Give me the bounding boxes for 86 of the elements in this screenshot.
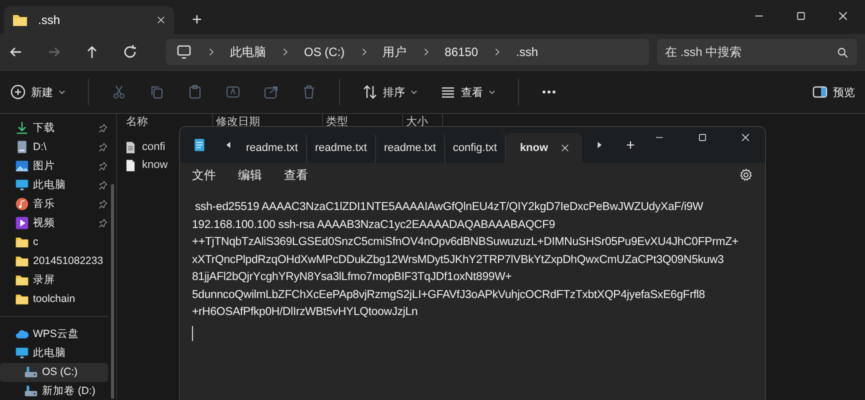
file-tab[interactable]: readme.txt (376, 133, 445, 163)
sort-button[interactable]: 排序 (362, 84, 418, 100)
folder-icon (15, 292, 29, 306)
file-tab[interactable]: readme.txt (306, 133, 376, 163)
new-tab-button[interactable]: + (188, 10, 206, 30)
settings-icon[interactable] (739, 168, 753, 182)
sidebar-item[interactable]: OS (C:) (0, 362, 108, 382)
text-line: ++TjTNqbTzAliS369LGSEd0SnzC5cmiSfnOV4nOpv6dBNBSuwuzuzL+DIMNuSHSr05Pu9EvXU4JhC0FPrmZ+ (192, 235, 740, 250)
caret-icon (410, 88, 418, 96)
close-icon[interactable] (560, 143, 570, 153)
sidebar-item[interactable]: D:\ (0, 137, 108, 156)
new-button[interactable]: 新建 (10, 84, 66, 100)
text-line: ssh-ed25519 AAAAC3NzaC1lZDI1NTE5AAAAIAwGfQlnEU4zT/QIY2kgD7IeDxcPeBwJWZUdyXaF/i9W (194, 200, 704, 215)
file-tab[interactable]: readme.txt (238, 133, 307, 163)
preview-pane-icon (812, 84, 828, 100)
folder-icon (15, 234, 29, 248)
share-icon[interactable] (263, 84, 279, 100)
sidebar-item[interactable]: WPS云盘 (0, 324, 108, 344)
drive-icon (15, 140, 29, 154)
maximize-icon[interactable] (795, 10, 807, 22)
menu-item[interactable]: 文件 (192, 166, 216, 184)
monitor-icon (15, 178, 29, 192)
monitor-icon (15, 346, 29, 360)
address-bar[interactable]: 此电脑 OS (C:) 用户 86150 .ssh (166, 39, 649, 65)
sidebar-item[interactable]: 新加卷 (D:) (0, 382, 108, 400)
text-line: +rH6OSAfPfkp0H/DlIrzWBt5vHYLQtoowJzjLn (192, 305, 419, 320)
sidebar-item[interactable]: 录屏 (0, 270, 108, 289)
clipboard-icon[interactable] (187, 84, 203, 100)
rename-icon[interactable] (225, 84, 241, 100)
folder-icon (12, 12, 28, 28)
copy-icon[interactable] (149, 84, 165, 100)
video-icon (15, 216, 29, 230)
sidebar-item[interactable]: 此电脑 (0, 175, 108, 194)
menu-item[interactable]: 编辑 (238, 166, 262, 184)
monitor-icon (176, 44, 192, 60)
music-icon (15, 196, 29, 210)
breadcrumb-item[interactable]: 此电脑 (230, 44, 266, 60)
file-name[interactable]: confi (142, 141, 166, 153)
new-tab-button[interactable]: + (618, 130, 643, 160)
scissors-icon[interactable] (111, 84, 127, 100)
sort-icon (362, 84, 378, 100)
text-line: 81jjAFl2bQjrYcghYRyN8Ysa3lLfmo7mopBIF3TqJDf1oxNt899W+ (192, 270, 513, 285)
disk-icon (24, 384, 38, 398)
folder-icon (15, 272, 29, 286)
view-button[interactable]: 查看 (440, 84, 496, 100)
preview-button[interactable]: 预览 (812, 84, 855, 100)
maximize-icon[interactable] (697, 132, 708, 143)
notepad-icon (192, 137, 206, 153)
search-icon (836, 46, 849, 59)
caret-icon (58, 88, 66, 96)
sidebar-item[interactable]: c (0, 232, 108, 251)
download-icon (15, 120, 29, 134)
picture-icon (15, 158, 29, 172)
file-icon (124, 158, 137, 172)
sidebar-item[interactable]: 下载 (0, 118, 108, 137)
sidebar-item[interactable]: 此电脑 (0, 344, 108, 363)
disk-icon (24, 365, 38, 380)
file-tab[interactable]: know (506, 133, 582, 163)
breadcrumb-item[interactable]: .ssh (516, 45, 538, 59)
text-line: 192.168.100.100 ssh-rsa AAAAB3NzaC1yc2EAAAADAQABAAABAQCF9 (192, 218, 556, 232)
window-tab[interactable]: .ssh (4, 6, 174, 34)
close-icon[interactable] (837, 10, 849, 22)
sidebar-item[interactable]: toolchain (0, 289, 108, 308)
breadcrumb-item[interactable]: 用户 (382, 44, 407, 60)
sidebar-item[interactable]: 视频 (0, 213, 108, 232)
menu-item[interactable]: 查看 (284, 166, 308, 184)
scrollbar[interactable] (111, 184, 114, 399)
trash-icon[interactable] (301, 84, 317, 100)
sidebar-item[interactable]: 201451082233 (0, 251, 108, 270)
sidebar-item[interactable]: 图片 (0, 156, 108, 175)
folder-icon (15, 254, 29, 268)
search-field[interactable]: 在 .ssh 中搜索 (657, 39, 857, 65)
caret-icon (488, 88, 496, 96)
file-name[interactable]: know (142, 159, 168, 171)
breadcrumb-item[interactable]: 86150 (444, 45, 478, 59)
close-icon[interactable] (740, 132, 751, 143)
file-icon (124, 140, 137, 154)
plus-icon (10, 84, 26, 100)
breadcrumb-item[interactable]: OS (C:) (304, 45, 345, 59)
refresh-icon[interactable] (122, 44, 138, 60)
text-cursor (192, 326, 193, 340)
text-line: xXTrQncPlpdRzqOHdXwMPcDDukZbg12WrsMDyt5JKhY2TRP7lVBkYtZxpDhQwxCmUZaCPt3Q09N5kuw3 (192, 252, 725, 268)
close-icon[interactable] (156, 15, 166, 25)
text-line: 5dunncoQwilmLbZFChXcEePAp8vjRzmgS2jLI+GFAVfJ3oAPkVuhjcOCRdFTzTxbtXQP4jyefaSxE6gFrfl8 (192, 288, 706, 302)
cloud-icon (15, 327, 29, 342)
sidebar-item[interactable]: 音乐 (0, 194, 108, 213)
